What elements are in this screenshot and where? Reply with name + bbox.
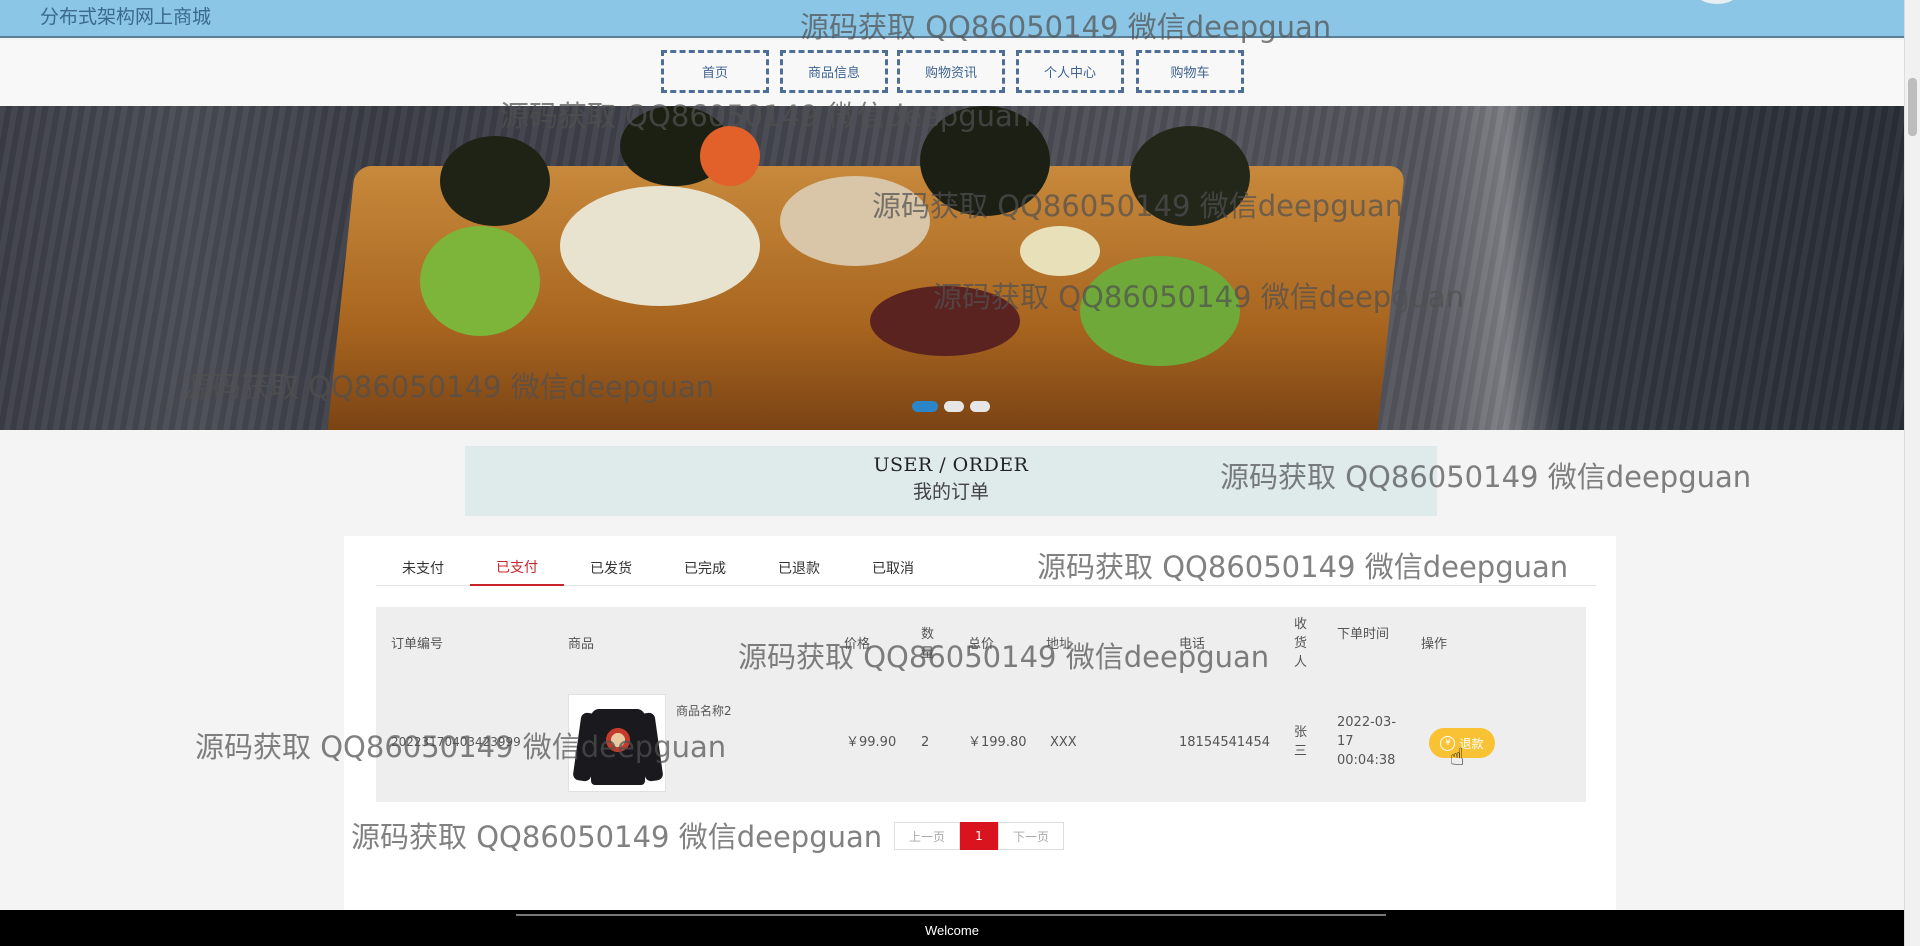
page-number-button[interactable]: 1 [960, 822, 998, 850]
column-header-address: 地址 [1046, 637, 1073, 652]
hand-cursor-icon: ☝ [1450, 743, 1465, 771]
nav-cart[interactable]: 购物车 [1136, 50, 1244, 93]
banner-topping [870, 286, 1020, 356]
footer-divider [516, 914, 1386, 916]
column-header-order-no: 订单编号 [391, 637, 444, 652]
column-header-receiver: 收货人 [1294, 617, 1308, 670]
banner-topping [440, 136, 550, 226]
nav-user-center[interactable]: 个人中心 [1016, 50, 1124, 93]
shirt-print [605, 725, 631, 755]
footer: Welcome [0, 910, 1904, 946]
tab-paid[interactable]: 已支付 [470, 550, 564, 586]
order-address: XXX [1050, 735, 1077, 750]
banner-topping [1020, 226, 1100, 276]
banner-topping [1130, 126, 1250, 226]
column-header-price: 价格 [844, 637, 871, 652]
tab-completed[interactable]: 已完成 [658, 550, 752, 586]
tab-cancelled[interactable]: 已取消 [846, 550, 940, 586]
column-header-total: 总价 [968, 637, 995, 652]
site-title[interactable]: 分布式架构网上商城 [40, 2, 211, 29]
pagination: 上一页 1 下一页 [894, 822, 1064, 850]
next-page-button[interactable]: 下一页 [998, 822, 1064, 850]
main-nav: 首页 商品信息 购物资讯 个人中心 购物车 [0, 40, 1904, 106]
banner-topping [700, 126, 760, 186]
receiver-phone: 18154541454 [1179, 735, 1270, 750]
product-name[interactable]: 商品名称2 [676, 702, 732, 721]
carousel-dots [912, 401, 990, 412]
order-total: ￥199.80 [968, 735, 1027, 750]
order-title-cn: 我的订单 [912, 481, 989, 503]
product-price: ￥99.90 [846, 735, 897, 750]
receiver-name: 张三 [1294, 725, 1308, 759]
order-content: 未支付 已支付 已发货 已完成 已退款 已取消 订单编号 商品 价格 数量 总价… [344, 536, 1616, 910]
order-section-header: USER / ORDER 我的订单 [465, 446, 1437, 516]
carousel-dot[interactable] [912, 401, 938, 412]
banner-topping [420, 226, 540, 336]
prev-page-button[interactable]: 上一页 [894, 822, 960, 850]
column-header-action: 操作 [1421, 637, 1448, 652]
carousel-dot[interactable] [970, 401, 990, 412]
banner-topping [1080, 256, 1240, 366]
vertical-scrollbar[interactable] [1904, 0, 1920, 946]
column-header-quantity: 数量 [921, 627, 935, 661]
tab-refunded[interactable]: 已退款 [752, 550, 846, 586]
tab-shipped[interactable]: 已发货 [564, 550, 658, 586]
tab-unpaid[interactable]: 未支付 [376, 550, 470, 586]
banner-topping [560, 186, 760, 306]
column-header-phone: 电话 [1179, 637, 1206, 652]
product-quantity: 2 [921, 735, 930, 750]
user-avatar-icon[interactable] [1695, 0, 1739, 4]
banner-topping [920, 106, 1050, 216]
banner-topping [780, 176, 930, 266]
nav-products[interactable]: 商品信息 [780, 50, 888, 93]
nav-news[interactable]: 购物资讯 [897, 50, 1005, 93]
carousel-dot[interactable] [944, 401, 964, 412]
product-image[interactable] [568, 694, 666, 792]
scrollbar-thumb[interactable] [1908, 78, 1917, 136]
order-status-tabs: 未支付 已支付 已发货 已完成 已退款 已取消 [376, 550, 1596, 586]
footer-text: Welcome [925, 923, 979, 938]
order-time: 2022-03-17 00:04:38 [1337, 715, 1397, 768]
column-header-order-time: 下单时间 [1337, 627, 1390, 642]
order-number: 20223170403423999 [391, 735, 521, 749]
order-title-en: USER / ORDER [873, 454, 1029, 476]
top-bar: 分布式架构网上商城 [0, 0, 1904, 38]
banner-carousel[interactable] [0, 106, 1904, 430]
nav-home[interactable]: 首页 [661, 50, 769, 93]
column-header-product: 商品 [568, 637, 595, 652]
order-table: 订单编号 商品 价格 数量 总价 地址 电话 收货人 下单时间 操作 20223… [376, 607, 1586, 802]
